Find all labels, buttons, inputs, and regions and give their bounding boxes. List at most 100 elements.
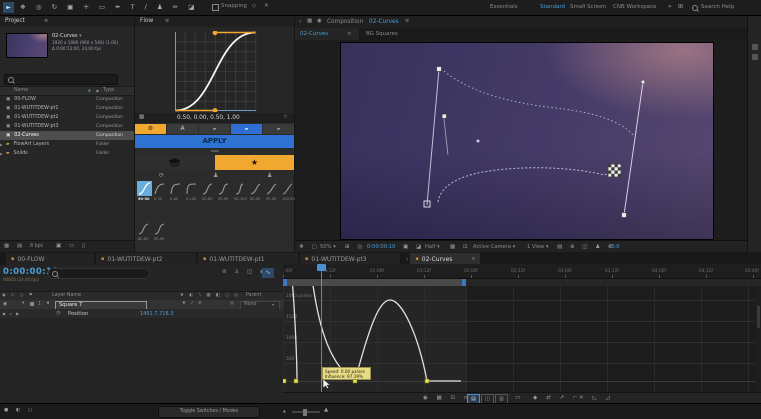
flow-star-button[interactable]: ★ [215,155,294,170]
flow-apply-button[interactable]: APPLY [135,135,294,148]
bezier-handle-line-left[interactable] [427,69,439,205]
project-row-pt2[interactable]: ▣01-WUTITDEW-pt2Composition [0,113,134,122]
eye-icon[interactable]: ◉ [3,301,7,307]
timeline-tab-pt2[interactable]: ▪01-WUTITDEW-pt2 [96,253,196,265]
viewer-grid-icons[interactable]: ▦ ⊡ [450,244,471,250]
viewer-left-icons[interactable]: ❖ ▢ [299,244,320,250]
viewer-camera-icons[interactable]: ▣ ◪ [403,244,424,250]
property-value[interactable]: 1451.7,718.3 [140,311,173,317]
project-menu-icon[interactable]: ≡ [44,18,48,24]
keyframe-edit-icons[interactable]: ◆ ⇄ ↗ ⌐ [533,395,581,401]
flow-menu-icon[interactable]: ≡ [165,18,169,24]
column-name-label[interactable]: Name [14,88,28,93]
workspace-overflow-icon[interactable]: » [668,3,672,10]
dock-panel-icon-1[interactable] [752,44,758,50]
viewer-mid-icons[interactable]: ⊞ ◎ [345,244,365,250]
flow-panel-header[interactable]: Flow ≡ [135,16,294,27]
playhead-handle[interactable] [317,264,326,271]
project-footer-icons-right[interactable]: ▣ ▭ ▯ [56,243,88,249]
preset-6[interactable] [217,182,230,198]
keyframe-handle-right-top[interactable] [641,80,645,84]
project-tab-label[interactable]: Project [5,18,25,24]
flow-dash-button-active[interactable]: ▬ [231,124,262,134]
flow-user-icon-1[interactable]: ♟ [213,172,218,179]
layer-name-column-label[interactable]: Layer Name [52,293,81,298]
comp-cam-icon[interactable]: ◉ [317,18,322,24]
zoom-out-mountain-icon[interactable]: ▲ [283,409,286,413]
workspace-small-screen[interactable]: Small Screen [570,4,606,10]
ease-icons[interactable]: ✕ ◺ ◿ [579,395,613,401]
time-ruler[interactable]: :00f 0:12f 01:00f 01:12f 02:00f 02:12f 0… [283,264,761,279]
keyframe-handle-right-bottom[interactable] [622,213,627,218]
timeline-tab-00-flow[interactable]: ▪00-FLOW [6,253,94,265]
preset-5[interactable] [201,182,214,198]
zoom-slider-handle[interactable] [303,409,307,416]
tab-close-icon[interactable]: × [347,31,352,37]
flow-favorite-icon[interactable]: ☆ [283,114,288,120]
preset-4[interactable] [185,182,198,198]
tool-icons[interactable]: ❖ ◎ ↻ ▣ ✛ ▭ ✒ T ∕ ♟ ✏ ◪ [20,3,198,11]
layer-expander-icon[interactable]: ▾ [22,301,24,306]
keyframe-marker[interactable] [294,379,298,383]
project-row-02-curves[interactable]: ▣02-CurvesComposition [0,131,134,140]
keyframe-handle-top[interactable] [437,67,442,72]
bottom-left-icons[interactable]: ● ◐ ○ [4,407,35,413]
property-row-position[interactable]: ◀ ⋄ ▶ ◷ Position 1451.7,718.3 [0,309,283,318]
preset-9[interactable] [265,182,278,198]
preset-2[interactable] [153,182,166,198]
tab-scroll-icon[interactable]: ‹ [406,256,408,263]
flow-wrench-button[interactable]: ⚙ [135,124,166,134]
preset-11[interactable] [137,222,150,238]
bezier-handle-bottom[interactable] [213,108,218,112]
flow-dash-button-2[interactable]: ▬ [263,124,294,134]
comp-viewport[interactable] [295,40,761,240]
flow-refresh-icon[interactable]: ⟳ [159,172,164,179]
viewer-timecode[interactable]: 0:00:00:10 [367,244,395,250]
layer-row-square-7[interactable]: ◉ ▾ 1 ★ Square 7 ♦ ∕ ⊘ ◎ None ▾ [0,300,283,309]
playhead-line[interactable] [321,264,322,392]
work-area-start-handle[interactable] [283,279,287,286]
project-row-flowart-layers[interactable]: ▶▰FlowArt LayersFolder [0,140,134,149]
flow-tab-label[interactable]: Flow [140,18,153,24]
project-panel-header[interactable]: Project ≡ [0,16,134,27]
preset-50-50[interactable] [137,181,152,196]
stopwatch-icon[interactable]: ◷ [56,310,60,316]
view-dropdown[interactable]: 1 View ▾ [527,244,549,250]
bezier-handle-line-right[interactable] [624,82,643,215]
timeline-zoom-slider[interactable] [292,411,320,413]
workspace-standard[interactable]: Standard [540,4,565,10]
project-row-pt1[interactable]: ▣01-WUTITDEW-pt1Composition [0,104,134,113]
keyframe-marker[interactable] [283,379,286,383]
bit-depth-label[interactable]: 8 bpc [30,244,43,249]
flow-dash-button-1[interactable]: ▬ [199,124,230,134]
work-area-track[interactable] [283,279,761,286]
keyframe-nav-icons[interactable]: ◀ ⋄ ▶ [2,311,21,316]
preset-7[interactable] [233,182,246,198]
toggle-switches-button[interactable]: Toggle Switches / Modes [158,406,260,418]
flow-user-icon-2[interactable]: ♟ [267,172,272,179]
comp-canvas[interactable] [340,42,714,240]
work-area-end-handle[interactable] [462,279,466,286]
dock-panel-icon-2[interactable] [752,54,758,60]
camera-dropdown[interactable]: Active Camera ▾ [473,244,515,250]
flow-curve-values[interactable]: 0.50, 0.00, 0.50, 1.00 [177,115,240,121]
comp-tab-02-curves[interactable]: 02-Curves × [295,28,359,40]
sort-icon[interactable]: ▲ [88,88,91,92]
graph-view-icons[interactable]: ◉ ▦ ⊡ ∩ [423,395,471,401]
project-footer-icons-left[interactable]: ▦ ▤ [4,243,25,249]
flow-curve-editor[interactable] [135,27,294,113]
comp-flowchart-icon[interactable]: ▦ [307,18,312,24]
timeline-toggle-icons[interactable]: ⊜ ♙ ◫ ◉ [222,269,268,275]
workspace-essentials[interactable]: Essentials [490,4,518,10]
bezier-handle-top[interactable] [213,31,218,35]
flow-tutorial-button[interactable] [135,155,214,170]
zoom-level-dropdown[interactable]: 50% ▾ [320,244,336,250]
layer-switch-icons[interactable]: ♦ ∕ ⊘ [182,301,204,306]
comp-caret-icon[interactable]: ▾ [79,33,82,39]
search-help-label[interactable]: Search Help [701,4,734,10]
project-row-solids[interactable]: ▶▰SolidsFolder [0,149,134,158]
flow-curve-plot[interactable] [175,31,257,112]
tab-menu-icon[interactable]: ≡ [472,257,476,262]
snapping-extra-icons[interactable]: ◇ ✕ [252,3,272,9]
keyframe-marker[interactable] [425,379,429,383]
